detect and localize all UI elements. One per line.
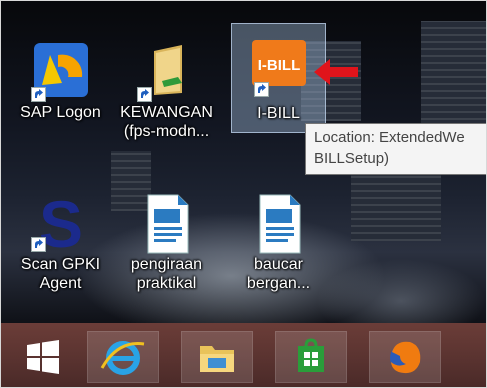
taskbar-file-explorer[interactable] — [181, 331, 253, 383]
windows-start-button[interactable] — [7, 331, 77, 383]
file-explorer-icon — [200, 346, 234, 372]
background-building — [351, 171, 441, 241]
writer-document-icon — [134, 191, 200, 257]
taskbar-internet-explorer[interactable] — [87, 331, 159, 383]
taskbar-windows-store[interactable] — [275, 331, 347, 383]
firefox-icon — [390, 341, 421, 374]
desktop-icon-pengiraan[interactable]: pengiraan praktikal — [119, 187, 214, 297]
desktop-icon-sap-logon[interactable]: SAP Logon — [13, 23, 108, 133]
desktop-icon-label: I-BILL — [257, 105, 300, 122]
desktop-icon-scan-gpki[interactable]: S Scan GPKI Agent — [13, 187, 108, 297]
desktop-icon-label: baucar bergan... — [246, 256, 311, 292]
location-tooltip: Location: ExtendedWe BILLSetup) — [305, 123, 486, 175]
desktop-icon-kewangan[interactable]: KEWANGAN (fps-modn... — [119, 23, 214, 140]
shortcut-arrow-icon — [31, 237, 46, 252]
desktop-icon-label: SAP Logon — [20, 104, 101, 121]
internet-explorer-icon — [100, 341, 145, 375]
windows-start-icon — [27, 340, 59, 374]
desktop-icon-label: KEWANGAN (fps-modn... — [120, 104, 213, 140]
writer-document-icon — [246, 191, 312, 257]
red-arrow-icon — [312, 56, 360, 93]
taskbar — [1, 323, 486, 387]
desktop-icon-label: Scan GPKI Agent — [20, 256, 101, 292]
screenshot-frame: SAP Logon KEWANGAN (fps-modn... I-BILL I… — [0, 0, 487, 388]
shortcut-arrow-icon — [137, 87, 152, 102]
shortcut-arrow-icon — [254, 82, 269, 97]
desktop: SAP Logon KEWANGAN (fps-modn... I-BILL I… — [1, 1, 486, 323]
svg-text:I-BILL: I-BILL — [257, 57, 300, 74]
windows-store-icon — [298, 338, 324, 372]
taskbar-firefox[interactable] — [369, 331, 441, 383]
shortcut-arrow-icon — [31, 87, 46, 102]
desktop-icon-label: pengiraan praktikal — [130, 256, 203, 292]
desktop-icon-baucar[interactable]: baucar bergan... — [231, 187, 326, 297]
